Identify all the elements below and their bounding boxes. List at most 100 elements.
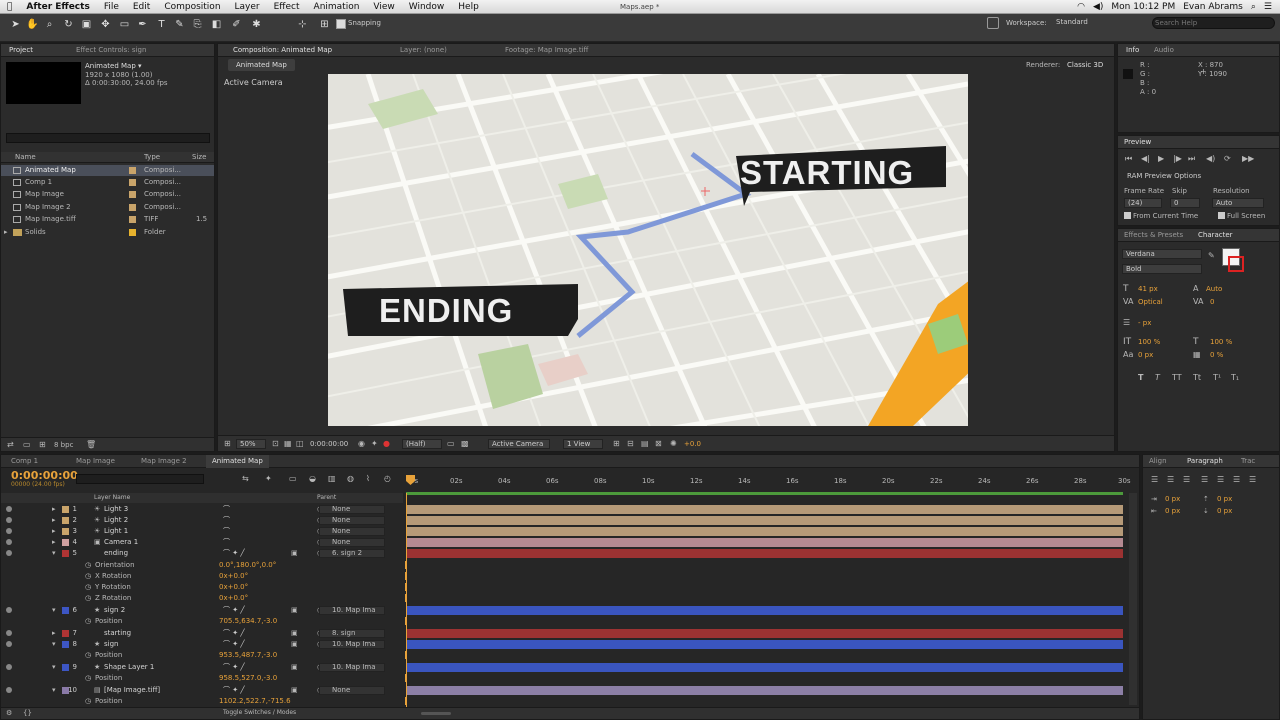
- safe-zones-icon[interactable]: ⊡: [272, 439, 279, 448]
- collapse-arrow-icon[interactable]: ▾: [52, 685, 56, 696]
- col-layer-name[interactable]: Layer Name: [94, 494, 130, 501]
- expand-arrow-icon[interactable]: ▸: [52, 515, 56, 526]
- tab-project[interactable]: Project: [9, 44, 33, 57]
- expand-arrow-icon[interactable]: ▸: [52, 537, 56, 548]
- visibility-icon[interactable]: [6, 641, 12, 647]
- user-name[interactable]: Evan Abrams: [1183, 2, 1243, 12]
- resolution-select[interactable]: Auto: [1212, 198, 1264, 208]
- wifi-icon[interactable]: ◠: [1077, 2, 1085, 12]
- tab-info[interactable]: Info: [1126, 44, 1139, 57]
- tracking-value[interactable]: 0: [1210, 298, 1214, 306]
- property-row[interactable]: ◷ Orientation 0.0°,180.0°,0.0°: [1, 560, 403, 571]
- col-name[interactable]: Name: [15, 153, 36, 161]
- property-value[interactable]: 0x+0.0°: [219, 582, 248, 593]
- audio-icon[interactable]: ◀): [1206, 154, 1215, 163]
- col-size[interactable]: Size: [192, 153, 206, 161]
- property-row[interactable]: ◷ Y Rotation 0x+0.0°: [1, 582, 403, 593]
- camera-tool-icon[interactable]: ▣: [80, 18, 93, 31]
- search-help-input[interactable]: [1152, 17, 1275, 29]
- visibility-icon[interactable]: [6, 687, 12, 693]
- visibility-icon[interactable]: [6, 607, 12, 613]
- visibility-icon[interactable]: [6, 550, 12, 556]
- property-row[interactable]: ◷ Position 705.5,634.7,-3.0: [1, 616, 403, 627]
- layer-name[interactable]: Light 2: [104, 515, 128, 526]
- brainstorm-icon[interactable]: ◴: [384, 474, 391, 483]
- work-area-bar[interactable]: [406, 492, 1123, 495]
- visibility-icon[interactable]: [6, 630, 12, 636]
- always-preview-icon[interactable]: ⊞: [224, 439, 231, 448]
- layer-row[interactable]: ▸ 2 ☀ Light 2 ⌒ ◎ None: [1, 515, 403, 526]
- space-before-value[interactable]: 0 px: [1217, 495, 1232, 503]
- parent-select[interactable]: None: [319, 527, 385, 536]
- project-item[interactable]: Map Image.tiff TIFF 1.5: [1, 214, 214, 225]
- camera-view-select[interactable]: Active Camera: [488, 439, 550, 449]
- project-search-input[interactable]: [6, 133, 210, 143]
- first-frame-icon[interactable]: ⏮: [1125, 154, 1132, 164]
- layer-bar[interactable]: [406, 538, 1123, 547]
- label-color[interactable]: [129, 191, 136, 198]
- col-type[interactable]: Type: [144, 153, 160, 161]
- expand-arrow-icon[interactable]: ▸: [52, 628, 56, 639]
- skip-select[interactable]: 0: [1170, 198, 1200, 208]
- label-color[interactable]: [129, 229, 136, 236]
- parent-select[interactable]: None: [319, 538, 385, 547]
- align-center-icon[interactable]: ☰: [1167, 475, 1174, 484]
- parent-select[interactable]: 10. Map Ima: [319, 640, 385, 649]
- axis-icon[interactable]: ⊹: [296, 18, 309, 31]
- tab-effects-presets[interactable]: Effects & Presets: [1124, 229, 1183, 242]
- starting-text[interactable]: STARTING: [740, 154, 914, 192]
- layer-switches[interactable]: ⌒ ✦ ╱: [223, 639, 245, 650]
- leading-value[interactable]: Auto: [1206, 285, 1222, 293]
- ending-text[interactable]: ENDING: [379, 292, 513, 330]
- layer-name[interactable]: Camera 1: [104, 537, 138, 548]
- all-caps-icon[interactable]: TT: [1172, 373, 1182, 382]
- property-value[interactable]: 1102.2,522.7,-715.6: [219, 696, 291, 707]
- property-value[interactable]: 0x+0.0°: [219, 571, 248, 582]
- collapse-arrow-icon[interactable]: ▾: [52, 662, 56, 673]
- new-folder-icon[interactable]: ▭: [23, 440, 31, 449]
- layer-switches[interactable]: ⌒ ✦ ╱: [223, 605, 245, 616]
- renderer-value[interactable]: Classic 3D: [1067, 61, 1103, 69]
- layer-row[interactable]: ▾ 8 ★ sign ⌒ ✦ ╱ ▣ ◎ 10. Map Ima: [1, 639, 403, 650]
- font-family-select[interactable]: Verdana: [1122, 249, 1202, 259]
- comp-viewer[interactable]: STARTING ENDING: [328, 74, 968, 426]
- stopwatch-icon[interactable]: ◷: [85, 673, 91, 684]
- collapse-arrow-icon[interactable]: ▾: [52, 639, 56, 650]
- timeline-search-input[interactable]: [76, 474, 204, 484]
- project-item[interactable]: Comp 1 Composi...: [1, 177, 214, 188]
- layer-bar[interactable]: [406, 686, 1123, 695]
- pen-tool-icon[interactable]: ✒: [136, 18, 149, 31]
- collapse-arrow-icon[interactable]: ▾: [52, 548, 56, 559]
- layer-name[interactable]: Light 3: [104, 504, 128, 515]
- justify-all-icon[interactable]: ☰: [1249, 475, 1256, 484]
- bpc-button[interactable]: 8 bpc: [54, 441, 73, 449]
- parent-select[interactable]: 10. Map Ima: [319, 606, 385, 615]
- tab-paragraph[interactable]: Paragraph: [1187, 455, 1223, 468]
- 3d-layer-icon[interactable]: ▣: [291, 685, 298, 696]
- property-value[interactable]: 958.5,527.0,-3.0: [219, 673, 277, 684]
- layer-name[interactable]: Shape Layer 1: [104, 662, 154, 673]
- prev-frame-icon[interactable]: ◀|: [1141, 154, 1150, 163]
- project-item[interactable]: ▸ Solids Folder: [1, 227, 214, 238]
- roi-icon[interactable]: ▭: [447, 439, 455, 448]
- 3d-layer-icon[interactable]: ▣: [291, 628, 298, 639]
- list-icon[interactable]: ☰: [1264, 2, 1272, 12]
- last-frame-icon[interactable]: ⏭: [1188, 154, 1195, 164]
- space-after-value[interactable]: 0 px: [1217, 507, 1232, 515]
- layer-row[interactable]: ▾ 6 ★ sign 2 ⌒ ✦ ╱ ▣ ◎ 10. Map Ima: [1, 605, 403, 616]
- layer-name[interactable]: ending: [104, 548, 128, 559]
- shy-switch-icon[interactable]: ⌒: [223, 526, 230, 537]
- grid-icon[interactable]: ▦: [284, 439, 292, 448]
- expand-arrow-icon[interactable]: ▸: [52, 504, 56, 515]
- parent-select[interactable]: 10. Map Ima: [319, 663, 385, 672]
- layer-switches[interactable]: ⌒ ✦ ╱: [223, 628, 245, 639]
- property-value[interactable]: 0.0°,180.0°,0.0°: [219, 560, 276, 571]
- workspace-icon[interactable]: [987, 17, 999, 29]
- tab-effect-controls[interactable]: Effect Controls: sign: [76, 44, 146, 57]
- horizontal-scale-value[interactable]: 100 %: [1210, 338, 1232, 346]
- interpret-icon[interactable]: ⇄: [7, 440, 14, 449]
- snapshot-icon[interactable]: ◉: [358, 439, 365, 448]
- motion-blur-icon[interactable]: ◍: [347, 474, 354, 483]
- menu-help[interactable]: Help: [451, 2, 486, 12]
- puppet-tool-icon[interactable]: ✱: [250, 18, 263, 31]
